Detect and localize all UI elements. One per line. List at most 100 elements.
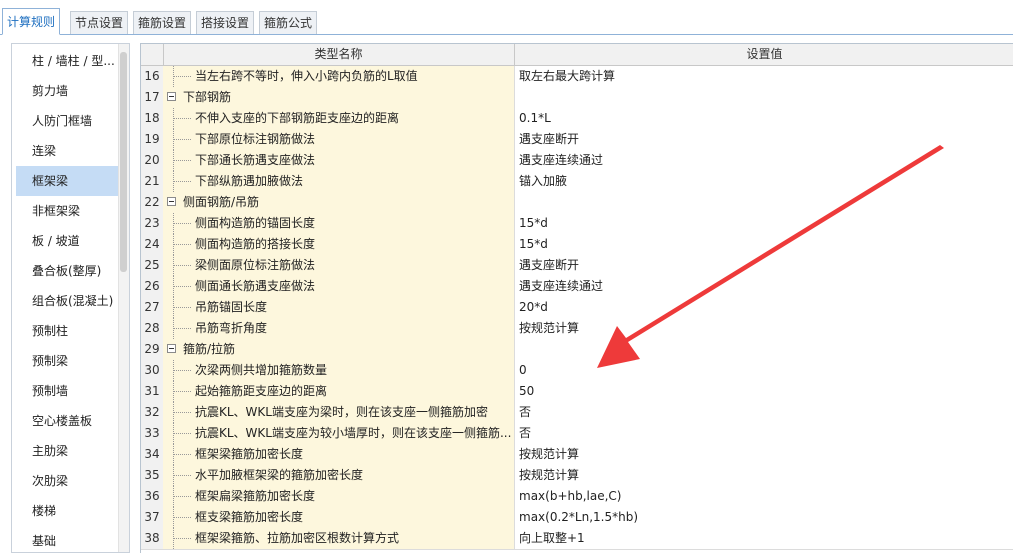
table-row[interactable]: 33 抗震KL、WKL端支座为较小墙厚时，则在该支座一侧箍筋... 否: [141, 423, 1013, 445]
setting-value-cell[interactable]: 锚入加腋: [515, 171, 1013, 192]
row-number: 22: [141, 192, 164, 213]
sidebar-item-slab-ramp[interactable]: 板 / 坡道: [16, 226, 121, 256]
setting-value-cell[interactable]: max(0.2*Ln,1.5*hb): [515, 507, 1013, 528]
table-row[interactable]: 23 侧面构造筋的锚固长度 15*d: [141, 213, 1013, 235]
table-row[interactable]: 31 起始箍筋距支座边的距离 50: [141, 381, 1013, 403]
sidebar-item-stair[interactable]: 楼梯: [16, 496, 121, 526]
table-row[interactable]: 19 下部原位标注钢筋做法 遇支座断开: [141, 129, 1013, 151]
tree-horizontal-line: [173, 118, 191, 119]
sidebar-item-column[interactable]: 柱 / 墙柱 / 型...: [16, 46, 121, 76]
tree-connector-icon: [173, 486, 193, 507]
table-row[interactable]: 30 次梁两侧共增加箍筋数量 0: [141, 360, 1013, 382]
table-row[interactable]: 38 框架梁箍筋、拉筋加密区根数计算方式 向上取整+1: [141, 528, 1013, 550]
table-row[interactable]: 32 抗震KL、WKL端支座为梁时，则在该支座一侧箍筋加密 否: [141, 402, 1013, 424]
row-number: 32: [141, 402, 164, 423]
collapse-icon[interactable]: [167, 344, 176, 353]
setting-value-cell[interactable]: 按规范计算: [515, 444, 1013, 465]
setting-value-cell: [515, 192, 1013, 213]
component-type-list[interactable]: 柱 / 墙柱 / 型... 剪力墙 人防门框墙 连梁 框架梁 非框架梁 板 / …: [11, 43, 130, 553]
setting-value-cell[interactable]: 遇支座连续通过: [515, 276, 1013, 297]
row-number: 24: [141, 234, 164, 255]
sidebar-item-civil-defense-door-wall[interactable]: 人防门框墙: [16, 106, 121, 136]
setting-name: 不伸入支座的下部钢筋距支座边的距离: [195, 111, 400, 125]
row-number: 19: [141, 129, 164, 150]
table-row[interactable]: 16 当左右跨不等时，伸入小跨内负筋的L取值 取左右最大跨计算: [141, 66, 1013, 88]
setting-value-cell[interactable]: 向上取整+1: [515, 528, 1013, 549]
sidebar-item-composite-slab-full[interactable]: 叠合板(整厚): [16, 256, 121, 286]
sidebar-item-shear-wall[interactable]: 剪力墙: [16, 76, 121, 106]
setting-name: 侧面构造筋的搭接长度: [195, 237, 316, 251]
setting-value-cell[interactable]: 遇支座断开: [515, 129, 1013, 150]
group-row[interactable]: 17 下部钢筋: [141, 87, 1013, 109]
tree-connector-icon: [173, 276, 193, 297]
table-row[interactable]: 20 下部通长筋遇支座做法 遇支座连续通过: [141, 150, 1013, 172]
table-row[interactable]: 24 侧面构造筋的搭接长度 15*d: [141, 234, 1013, 256]
tab-calculation-rules[interactable]: 计算规则: [2, 8, 61, 35]
type-name-cell: 吊筋锚固长度: [163, 297, 515, 318]
sidebar-item-foundation[interactable]: 基础: [16, 526, 121, 552]
column-header-type-name[interactable]: 类型名称: [163, 44, 515, 65]
table-row[interactable]: 28 吊筋弯折角度 按规范计算: [141, 318, 1013, 340]
table-row[interactable]: 25 梁侧面原位标注筋做法 遇支座断开: [141, 255, 1013, 277]
table-row[interactable]: 27 吊筋锚固长度 20*d: [141, 297, 1013, 319]
tree-connector-icon: [173, 360, 193, 381]
column-header-setting-value[interactable]: 设置值: [515, 44, 1013, 65]
tree-horizontal-line: [173, 181, 191, 182]
table-row[interactable]: 26 侧面通长筋遇支座做法 遇支座连续通过: [141, 276, 1013, 298]
table-row[interactable]: 36 框架扁梁箍筋加密长度 max(b+hb,lae,C): [141, 486, 1013, 508]
tab-lap-settings[interactable]: 搭接设置: [196, 11, 255, 34]
sidebar-item-main-rib-beam[interactable]: 主肋梁: [16, 436, 121, 466]
setting-value-cell[interactable]: 15*d: [515, 234, 1013, 255]
type-name-cell: 侧面构造筋的锚固长度: [163, 213, 515, 234]
table-row[interactable]: 18 不伸入支座的下部钢筋距支座边的距离 0.1*L: [141, 108, 1013, 130]
sidebar-item-hollow-floor-slab[interactable]: 空心楼盖板: [16, 406, 121, 436]
setting-value-cell[interactable]: 0.1*L: [515, 108, 1013, 129]
collapse-icon[interactable]: [167, 197, 176, 206]
table-row[interactable]: 37 框支梁箍筋加密长度 max(0.2*Ln,1.5*hb): [141, 507, 1013, 529]
tree-connector-icon: [173, 150, 193, 171]
sidebar-scrollbar[interactable]: [118, 44, 129, 552]
setting-name: 下部纵筋遇加腋做法: [195, 174, 304, 188]
setting-value-cell[interactable]: 按规范计算: [515, 465, 1013, 486]
tree-connector-icon: [173, 507, 193, 528]
sidebar-item-precast-column[interactable]: 预制柱: [16, 316, 121, 346]
setting-value-cell[interactable]: 遇支座连续通过: [515, 150, 1013, 171]
sidebar-item-precast-beam[interactable]: 预制梁: [16, 346, 121, 376]
tree-horizontal-line: [173, 139, 191, 140]
group-row[interactable]: 22 侧面钢筋/吊筋: [141, 192, 1013, 214]
tree-horizontal-line: [173, 328, 191, 329]
setting-value-cell[interactable]: 否: [515, 423, 1013, 444]
group-row[interactable]: 29 箍筋/拉筋: [141, 339, 1013, 361]
sidebar-item-coupling-beam[interactable]: 连梁: [16, 136, 121, 166]
row-number: 23: [141, 213, 164, 234]
row-number: 33: [141, 423, 164, 444]
sidebar-item-non-frame-beam[interactable]: 非框架梁: [16, 196, 121, 226]
setting-name: 起始箍筋距支座边的距离: [195, 384, 328, 398]
tab-stirrup-settings[interactable]: 箍筋设置: [133, 11, 192, 34]
setting-value-cell[interactable]: 20*d: [515, 297, 1013, 318]
sidebar-item-precast-wall[interactable]: 预制墙: [16, 376, 121, 406]
row-number: 27: [141, 297, 164, 318]
table-row[interactable]: 34 框架梁箍筋加密长度 按规范计算: [141, 444, 1013, 466]
sidebar-item-composite-slab-concrete[interactable]: 组合板(混凝土): [16, 286, 121, 316]
setting-value-cell[interactable]: 15*d: [515, 213, 1013, 234]
sidebar-item-frame-beam[interactable]: 框架梁: [16, 166, 121, 196]
setting-value-cell[interactable]: 否: [515, 402, 1013, 423]
setting-value-cell[interactable]: 遇支座断开: [515, 255, 1013, 276]
tab-node-settings[interactable]: 节点设置: [70, 11, 129, 34]
tab-stirrup-formula[interactable]: 箍筋公式: [259, 11, 318, 34]
collapse-icon[interactable]: [167, 92, 176, 101]
setting-value-cell[interactable]: 按规范计算: [515, 318, 1013, 339]
setting-name: 次梁两侧共增加箍筋数量: [195, 363, 328, 377]
setting-value-cell[interactable]: 取左右最大跨计算: [515, 66, 1013, 87]
row-number: 16: [141, 66, 164, 87]
group-label: 侧面钢筋/吊筋: [183, 195, 260, 209]
setting-name: 侧面通长筋遇支座做法: [195, 279, 316, 293]
sidebar-item-secondary-rib-beam[interactable]: 次肋梁: [16, 466, 121, 496]
setting-value-cell[interactable]: max(b+hb,lae,C): [515, 486, 1013, 507]
table-row[interactable]: 35 水平加腋框架梁的箍筋加密长度 按规范计算: [141, 465, 1013, 487]
sidebar-scrollbar-thumb[interactable]: [120, 52, 127, 272]
setting-value-cell[interactable]: 0: [515, 360, 1013, 381]
setting-value-cell[interactable]: 50: [515, 381, 1013, 402]
table-row[interactable]: 21 下部纵筋遇加腋做法 锚入加腋: [141, 171, 1013, 193]
